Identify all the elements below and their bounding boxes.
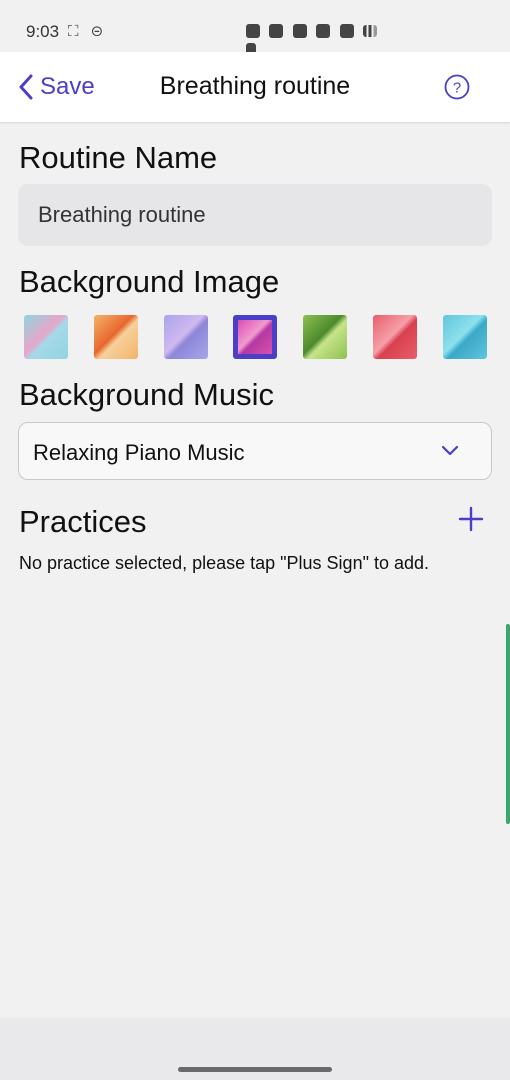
- practices-label: Practices: [19, 504, 147, 539]
- background-swatch-1[interactable]: [24, 315, 68, 359]
- status-bar: 9:03 ⛶ ⊝: [0, 0, 510, 55]
- background-image-picker: [24, 315, 488, 359]
- app-header: Save Breathing routine ?: [0, 52, 510, 122]
- scroll-indicator[interactable]: [506, 624, 510, 824]
- background-swatch-4[interactable]: [233, 315, 277, 359]
- chevron-down-icon: [441, 445, 459, 456]
- alarm-icon: [269, 23, 284, 38]
- home-indicator[interactable]: [178, 1067, 332, 1072]
- status-time: 9:03: [26, 22, 60, 41]
- background-swatch-5[interactable]: [303, 315, 347, 359]
- background-music-select[interactable]: Relaxing Piano Music: [18, 422, 492, 480]
- page-title: Breathing routine: [159, 72, 351, 100]
- notification-icon: [246, 23, 260, 38]
- svg-text:?: ?: [453, 80, 461, 97]
- wifi-icon: [316, 23, 331, 38]
- plus-icon[interactable]: [458, 506, 484, 532]
- status-right-icons: [246, 22, 386, 55]
- background-music-label: Background Music: [19, 377, 275, 412]
- mute-icon: [292, 23, 307, 38]
- background-swatch-3[interactable]: [164, 315, 208, 359]
- background-swatch-7[interactable]: [443, 315, 487, 359]
- background-music-value: Relaxing Piano Music: [33, 440, 245, 465]
- call-icon: [339, 23, 354, 38]
- background-swatch-6[interactable]: [373, 315, 417, 359]
- practices-empty-message: No practice selected, please tap "Plus S…: [19, 553, 430, 573]
- status-left-icons: ⛶ ⊝: [68, 23, 108, 40]
- routine-name-label: Routine Name: [19, 140, 218, 175]
- signal-icon: [363, 24, 378, 37]
- background-swatch-2[interactable]: [94, 315, 138, 359]
- routine-name-input[interactable]: [18, 184, 492, 246]
- help-icon[interactable]: ?: [444, 74, 470, 100]
- background-image-label: Background Image: [19, 264, 280, 299]
